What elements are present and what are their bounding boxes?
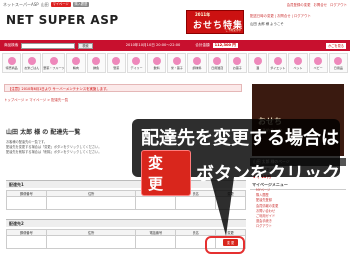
top-link-account[interactable]: 会員登録の変更: [287, 2, 311, 7]
category-label: 精肉: [72, 65, 79, 70]
category-icon: [233, 56, 242, 65]
category-item[interactable]: 酒: [248, 53, 268, 73]
mypage-pill[interactable]: マイページ: [50, 2, 71, 7]
category-item[interactable]: デイリー: [126, 53, 147, 73]
top-link-logout[interactable]: ログアウト: [330, 2, 347, 7]
category-icon: [193, 56, 202, 65]
category-icon: [172, 56, 181, 65]
category-icon: [213, 56, 222, 65]
search-input[interactable]: [21, 42, 76, 49]
category-icon: [71, 56, 80, 65]
category-icon: [253, 56, 262, 65]
category-label: 日用雑貨: [211, 65, 224, 70]
cart-button[interactable]: かごを見る: [326, 42, 346, 49]
category-label: ペット: [293, 65, 303, 70]
search-bar: 商品検索 検索 2010年10月10日 20:00～22:00 合計金額 112…: [0, 40, 350, 51]
category-label: お米ごはん: [24, 65, 40, 70]
category-icon: [132, 56, 141, 65]
category-label: 米・菓子: [170, 65, 183, 70]
category-label: 鮮魚: [93, 65, 100, 70]
category-icon: [334, 56, 343, 65]
site-logo[interactable]: NET SUPER ASP: [6, 13, 119, 27]
mypage-menu-item[interactable]: ログアウト: [256, 224, 346, 229]
category-item[interactable]: 惣菜: [106, 53, 126, 73]
search-label: 商品検索: [4, 43, 19, 47]
callout-button-image: 変 更: [141, 150, 191, 196]
category-icon: [49, 56, 58, 65]
top-links: 会員登録の変更 お問合せ ログアウト: [287, 2, 347, 7]
category-icon: [273, 56, 282, 65]
category-icon: [152, 56, 161, 65]
delivery-date: 2010年10月10日 20:00～22:00: [125, 43, 181, 47]
category-item[interactable]: 精肉: [66, 53, 86, 73]
category-item[interactable]: お菓子: [227, 53, 248, 73]
table-row: [6, 196, 246, 210]
breadcrumb[interactable]: トップページ > マイページ > 配達先一覧: [4, 97, 68, 102]
category-label: お菓子: [232, 65, 242, 70]
maintenance-notice: 【注意】2010年6月1日より サーバーメンテナンスを実施します。: [4, 84, 242, 92]
callout-line1: 配達先を変更する場合は: [141, 128, 339, 149]
category-label: デイリー: [130, 65, 143, 70]
category-item[interactable]: お米ごはん: [22, 53, 42, 73]
category-icon: [27, 56, 36, 65]
callout-line2-text: ボタンをクリック: [196, 164, 340, 185]
change-button-highlight: [205, 236, 245, 254]
category-item[interactable]: ペット: [288, 53, 308, 73]
banner-note: ご予約受付中: [225, 29, 241, 32]
category-nav: 特売商品 お米ごはん 野菜・フルーツ 精肉 鮮魚 惣菜 デイリー 飲料 米・菓子 調味料 日用雑貨 お…: [2, 53, 348, 73]
category-icon: [314, 56, 323, 65]
category-item[interactable]: 野菜・フルーツ: [42, 53, 66, 73]
category-icon: [7, 56, 16, 65]
category-item[interactable]: 調味料: [187, 53, 207, 73]
category-label: 野菜・フルーツ: [43, 65, 65, 70]
category-label: 日用品: [333, 65, 343, 70]
category-label: 特売商品: [5, 65, 18, 70]
category-item[interactable]: 日用品: [328, 53, 348, 73]
header-info: 配送日時の変更 | お問合せ | ログアウト 山田 太郎 様 ようこそ: [250, 13, 348, 31]
category-item[interactable]: 米・菓子: [167, 53, 187, 73]
delivery-2-heading: 配達先2: [6, 219, 246, 227]
site-greeting: ネットスーパーASP: [3, 1, 39, 7]
category-item[interactable]: 飲料: [147, 53, 167, 73]
category-icon: [293, 56, 302, 65]
category-label: 飲料: [153, 65, 160, 70]
history-pill[interactable]: 購入履歴: [72, 2, 90, 7]
header-links[interactable]: 配送日時の変更 | お問合せ | ログアウト: [250, 13, 348, 18]
top-link-contact[interactable]: お問合せ: [313, 2, 327, 7]
total-amount: 112,300 円: [212, 43, 238, 48]
category-label: ベビー: [313, 65, 323, 70]
category-label: 惣菜: [113, 65, 120, 70]
category-icon: [112, 56, 121, 65]
user-tag: 山田: [40, 1, 49, 7]
osechi-banner[interactable]: 2011年 おせち特集 ご予約受付中: [186, 10, 244, 34]
category-item[interactable]: 日用雑貨: [207, 53, 227, 73]
page-title: 山田 太郎 様 の 配達先一覧: [6, 129, 81, 136]
category-label: 調味料: [192, 65, 202, 70]
category-item[interactable]: 鮮魚: [86, 53, 106, 73]
category-item[interactable]: ダイエット: [268, 53, 288, 73]
category-item[interactable]: ベビー: [308, 53, 328, 73]
category-label: ダイエット: [270, 65, 286, 70]
callout-line2: 変 更 ボタンをクリック: [141, 150, 340, 196]
category-item[interactable]: 特売商品: [2, 53, 22, 73]
category-label: 酒: [256, 65, 260, 70]
header-welcome: 山田 太郎 様 ようこそ: [250, 22, 284, 26]
total-label: 合計金額: [195, 43, 210, 47]
instruction-callout: 配達先を変更する場合は 変 更 ボタンをクリック: [132, 119, 340, 196]
category-icon: [92, 56, 101, 65]
search-button[interactable]: 検索: [78, 42, 93, 49]
